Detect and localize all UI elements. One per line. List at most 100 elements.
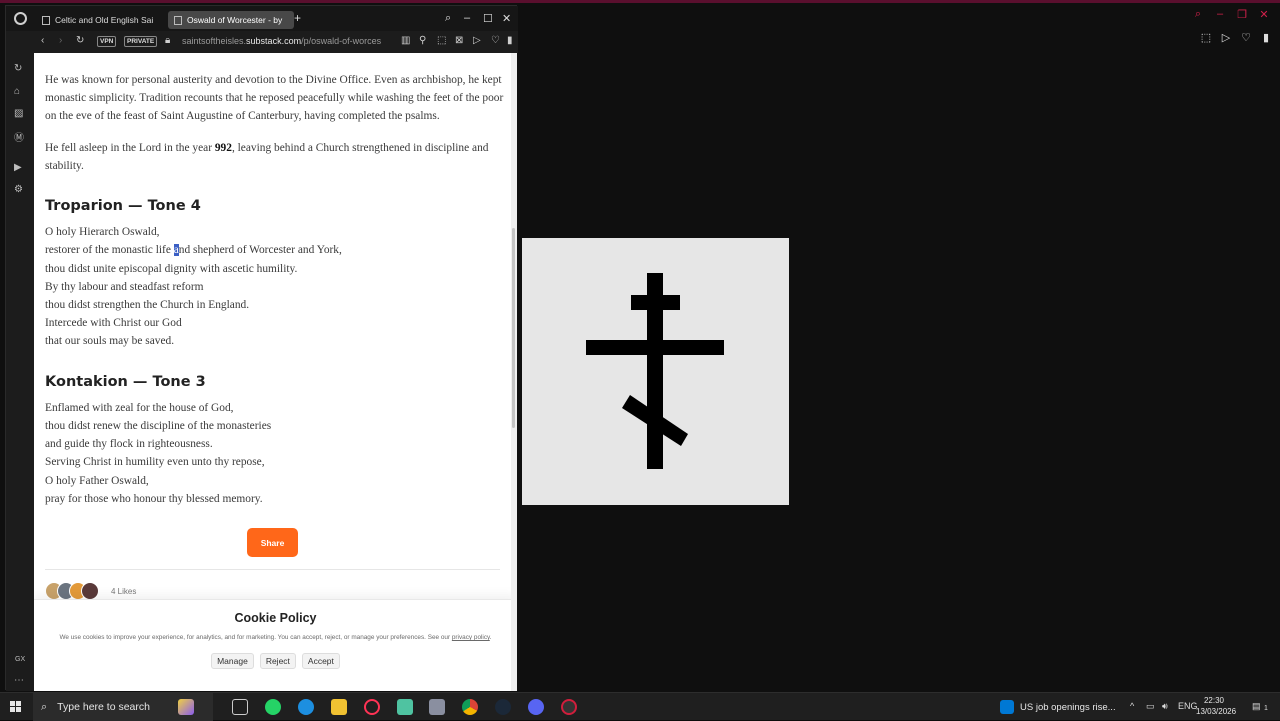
likes-row[interactable]: 4 Likes xyxy=(45,582,136,600)
reader-icon[interactable]: ▥ xyxy=(401,35,410,46)
tab-celtic-saints[interactable]: Celtic and Old English Sai xyxy=(36,11,164,29)
file-explorer-icon[interactable] xyxy=(331,699,347,715)
close-icon[interactable]: ✕ xyxy=(502,12,511,25)
app-icon[interactable] xyxy=(561,699,577,715)
vpn-badge[interactable]: VPN xyxy=(97,36,117,47)
edge-icon[interactable] xyxy=(298,699,314,715)
discord-icon[interactable] xyxy=(528,699,544,715)
opera-logo-icon[interactable] xyxy=(14,12,27,25)
restore-icon[interactable]: ❐ xyxy=(1236,8,1248,21)
text-segment: . xyxy=(489,634,492,641)
clock[interactable]: 22:30 13/03/2026 xyxy=(1196,696,1236,717)
chrome-icon[interactable] xyxy=(462,699,478,715)
kontakion-line: pray for those who honour thy blessed me… xyxy=(45,492,263,505)
snapshot-icon[interactable]: ⬚ xyxy=(437,35,446,46)
network-icon[interactable]: ▭ xyxy=(1146,701,1155,712)
second-window-controls: ⌕ – ❐ ✕ xyxy=(1192,8,1270,21)
search-placeholder: Type here to search xyxy=(57,701,150,713)
year-bold: 992 xyxy=(214,141,232,154)
volume-icon[interactable]: 🔊︎ xyxy=(1162,701,1168,712)
lock-icon[interactable]: 🔒︎ xyxy=(165,35,170,46)
back-icon[interactable]: ‹ xyxy=(41,35,44,46)
browser-window: Celtic and Old English Sai Oswald of Wor… xyxy=(5,5,518,691)
troparion-line: O holy Hierarch Oswald, xyxy=(45,226,160,239)
whatsapp-icon[interactable] xyxy=(265,699,281,715)
troparion-heading: Troparion — Tone 4 xyxy=(45,198,201,215)
url-path: /p/oswald-of-worces xyxy=(301,36,382,46)
text-segment: nd shepherd of Worcester and York, xyxy=(178,244,342,257)
app-icon[interactable] xyxy=(397,699,413,715)
second-window-toolbar: ⬚ ▷ ♡ ▮ xyxy=(1200,31,1272,44)
kontakion-line: and guide thy flock in righteousness. xyxy=(45,438,213,451)
text-segment: He fell asleep in the Lord in the year xyxy=(45,141,215,154)
wallet-icon[interactable]: ▨ xyxy=(14,108,23,119)
search-tabs-icon[interactable]: ⌕ xyxy=(445,12,451,25)
page-icon xyxy=(174,15,182,25)
play-icon[interactable]: ▷ xyxy=(473,35,481,46)
likes-count[interactable]: 4 Likes xyxy=(111,587,136,596)
reload-icon[interactable]: ↻ xyxy=(76,35,84,46)
tab-label: Oswald of Worcester - by xyxy=(187,15,283,25)
article-paragraph: He fell asleep in the Lord in the year 9… xyxy=(45,139,505,175)
private-badge: PRIVATE xyxy=(124,36,158,47)
article-paragraph: He was known for personal austerity and … xyxy=(45,74,504,123)
tab-bar: Celtic and Old English Sai Oswald of Wor… xyxy=(6,6,518,31)
kontakion-line: thou didst renew the discipline of the m… xyxy=(45,420,272,433)
kontakion-line: O holy Father Oswald, xyxy=(45,474,149,487)
close-icon[interactable]: ✕ xyxy=(1258,8,1270,21)
orthodox-cross-image xyxy=(522,238,789,505)
window-top-strip xyxy=(0,0,1280,3)
mail-icon[interactable]: Ⓜ xyxy=(14,129,24,144)
privacy-policy-link[interactable]: privacy policy xyxy=(452,634,490,641)
notifications-icon[interactable]: ▤ xyxy=(1252,701,1261,712)
menu-bar-icon[interactable]: ▮ xyxy=(507,35,513,46)
url-field[interactable]: saintsoftheisles.substack.com/p/oswald-o… xyxy=(182,36,396,46)
copilot-icon[interactable] xyxy=(178,699,194,715)
accept-button[interactable]: Accept xyxy=(301,653,340,669)
shopping-icon[interactable]: ⌂ xyxy=(14,86,20,97)
player-icon[interactable]: ▶ xyxy=(14,162,22,173)
heart-icon[interactable]: ♡ xyxy=(1240,31,1252,44)
maximize-icon[interactable]: ☐ xyxy=(483,12,493,25)
avatar[interactable] xyxy=(81,582,99,600)
scroll-thumb[interactable] xyxy=(512,228,515,428)
pin-icon[interactable]: ⚲ xyxy=(419,35,426,46)
scrollbar[interactable] xyxy=(511,53,517,691)
orthodox-cross-icon xyxy=(586,273,724,469)
tab-oswald-of-worcester[interactable]: Oswald of Worcester - by xyxy=(168,11,294,29)
url-domain: saintsoftheisles. xyxy=(182,36,247,46)
snapshot-icon[interactable]: ⬚ xyxy=(1200,31,1212,44)
news-widget[interactable]: US job openings rise... xyxy=(1000,700,1116,714)
manage-button[interactable]: Manage xyxy=(211,653,254,669)
new-tab-icon[interactable]: + xyxy=(294,11,301,25)
settings-icon[interactable]: ⚙ xyxy=(14,184,23,195)
troparion-line: By thy labour and steadfast reform xyxy=(45,280,204,293)
menu-bar-icon[interactable]: ▮ xyxy=(1260,31,1272,44)
search-icon[interactable]: ⌕ xyxy=(1192,8,1204,21)
minimize-icon[interactable]: – xyxy=(1214,8,1226,21)
troparion-line: restorer of the monastic life and shephe… xyxy=(45,241,505,259)
opera-gx-icon[interactable] xyxy=(364,699,380,715)
reject-button[interactable]: Reject xyxy=(259,653,296,669)
start-icon[interactable] xyxy=(10,701,21,712)
crypto-wallet-icon[interactable]: ⊠ xyxy=(455,35,463,46)
photos-icon[interactable] xyxy=(429,699,445,715)
chevron-up-icon[interactable]: ^ xyxy=(1130,701,1134,711)
article-content: He was known for personal austerity and … xyxy=(45,71,505,508)
cookie-title: Cookie Policy xyxy=(234,611,317,625)
history-icon[interactable]: ↻ xyxy=(14,63,22,74)
troparion-line: thou didst strengthen the Church in Engl… xyxy=(45,299,250,312)
page-viewport: He was known for personal austerity and … xyxy=(34,53,517,691)
page-icon xyxy=(42,15,50,25)
play-icon[interactable]: ▷ xyxy=(1220,31,1232,44)
heart-icon[interactable]: ♡ xyxy=(491,35,500,46)
kontakion-text: Enflamed with zeal for the house of God,… xyxy=(45,399,505,508)
forward-icon[interactable]: › xyxy=(59,35,62,46)
minimize-icon[interactable]: – xyxy=(464,12,470,24)
steam-icon[interactable] xyxy=(495,699,511,715)
language-indicator[interactable]: ENG xyxy=(1178,701,1198,711)
more-icon[interactable]: ⋯ xyxy=(14,675,24,686)
gx-badge[interactable]: GX xyxy=(15,656,25,663)
share-button[interactable]: Share xyxy=(247,528,298,557)
task-view-icon[interactable] xyxy=(232,699,248,715)
